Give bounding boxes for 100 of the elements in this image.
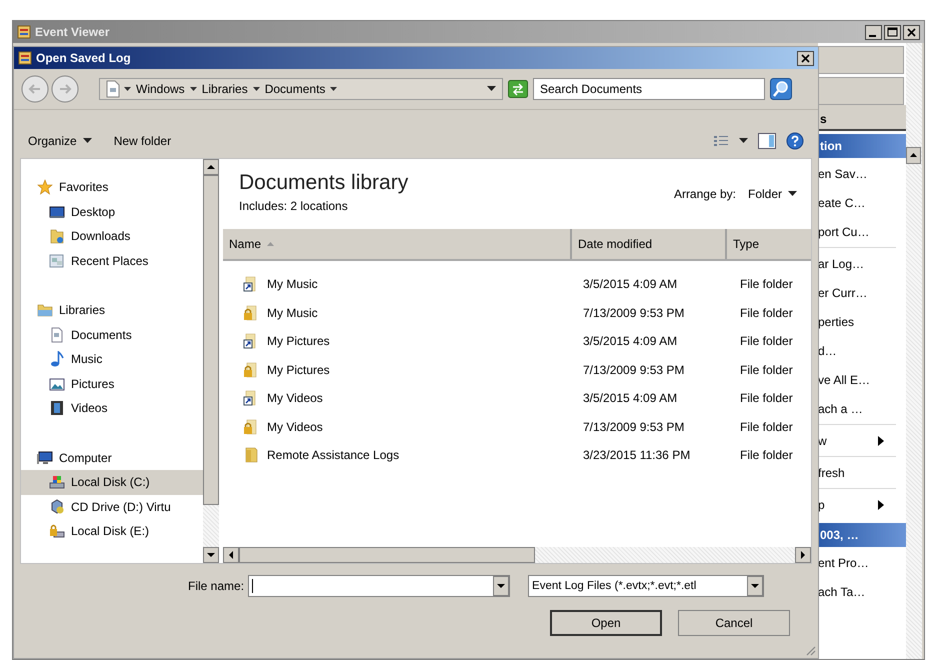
horizontal-scrollbar[interactable] (223, 546, 811, 563)
action-item[interactable]: ach Ta… (818, 584, 866, 598)
nav-item[interactable]: Music (21, 347, 203, 372)
library-subtitle: Includes: 2 locations (239, 199, 349, 213)
folder-icon (37, 302, 53, 318)
breadcrumb-arrow-icon[interactable] (252, 86, 260, 92)
scroll-up-icon[interactable] (906, 147, 921, 164)
scroll-right-icon[interactable] (795, 546, 811, 562)
dropdown-arrow-icon[interactable] (487, 86, 496, 92)
cancel-button[interactable]: Cancel (678, 610, 790, 636)
section-header[interactable]: 003, … (818, 523, 906, 547)
nav-item[interactable]: Favorites (21, 175, 203, 200)
date-cell-text: 3/5/2015 4:09 AM (582, 334, 678, 348)
minimize-button[interactable] (865, 24, 882, 40)
action-item[interactable]: eate C… (818, 196, 866, 210)
action-item[interactable]: ar Log… (818, 256, 864, 270)
breadcrumb-arrow-icon[interactable] (190, 86, 197, 92)
maximize-button[interactable] (884, 24, 901, 40)
computer-icon (37, 450, 53, 466)
nav-item[interactable]: Libraries (21, 298, 203, 322)
preview-pane-icon[interactable] (758, 133, 776, 149)
nav-item[interactable]: Computer (21, 446, 203, 470)
organize-menu[interactable]: Organize (28, 134, 92, 148)
help-icon[interactable] (786, 132, 804, 150)
cd-drive-icon (49, 498, 65, 515)
folder-lock-icon (243, 304, 259, 321)
file-name-cell[interactable]: My Videos (223, 418, 576, 435)
file-name-cell[interactable]: My Music (223, 304, 576, 321)
vertical-scrollbar[interactable] (203, 159, 219, 563)
nav-item[interactable]: Local Disk (E:) (21, 519, 203, 544)
nav-item[interactable]: Downloads (21, 224, 203, 248)
picture-icon (49, 376, 65, 392)
recent-places-icon (49, 252, 65, 269)
submenu-arrow-icon (878, 436, 884, 446)
monitor-icon (49, 204, 65, 220)
type-cell-text: File folder (739, 391, 793, 406)
nav-item[interactable]: Videos (21, 396, 203, 420)
music-note-icon (49, 351, 65, 368)
sort-arrow-icon (267, 242, 274, 246)
scroll-up-icon[interactable] (203, 159, 219, 175)
close-button[interactable] (903, 24, 920, 40)
nav-item[interactable]: CD Drive (D:) Virtu (21, 494, 203, 519)
action-item[interactable]: ach a … (818, 402, 863, 416)
breadcrumb-arrow-icon[interactable] (330, 86, 338, 92)
dropdown-arrow-icon[interactable] (788, 191, 797, 197)
refresh-icon[interactable] (508, 80, 528, 98)
close-button[interactable] (797, 50, 814, 66)
nav-item[interactable]: Recent Places (21, 248, 203, 273)
panel-heading: s (818, 105, 906, 131)
file-name-cell[interactable]: My Pictures (223, 362, 576, 378)
file-name-cell[interactable]: My Pictures (223, 333, 576, 350)
view-list-icon[interactable] (713, 134, 729, 148)
action-item[interactable]: perties (818, 314, 854, 328)
log-icon (17, 25, 31, 39)
breadcrumb-item[interactable]: Documents (264, 82, 326, 96)
file-name-cell[interactable]: Remote Assistance Logs (223, 447, 576, 464)
nav-item[interactable]: Documents (21, 322, 203, 347)
nav-item[interactable]: Pictures (21, 372, 203, 396)
column-header[interactable]: Type (727, 229, 811, 259)
action-item[interactable]: en Sav… (818, 166, 868, 180)
window-title: Event Viewer (35, 25, 110, 39)
action-item[interactable]: p (818, 498, 825, 512)
nav-item[interactable]: Desktop (21, 200, 203, 224)
action-item[interactable]: fresh (818, 466, 845, 480)
folder-icon (49, 228, 65, 244)
file-name-cell[interactable]: My Music (223, 276, 576, 292)
action-item[interactable]: ent Pro… (818, 556, 869, 570)
file-name-field[interactable] (248, 575, 510, 597)
address-bar[interactable]: Windows Libraries Documents (99, 78, 503, 100)
scroll-left-icon[interactable] (223, 546, 239, 562)
arrange-dropdown[interactable]: Folder (748, 187, 782, 201)
breadcrumb-item[interactable]: Windows (136, 82, 185, 96)
date-cell-text: 7/13/2009 9:53 PM (582, 362, 686, 377)
search-icon[interactable] (770, 78, 792, 100)
file-name-label: File name: (188, 579, 244, 593)
nav-item[interactable]: Local Disk (C:) (21, 470, 203, 494)
column-header[interactable]: Date modified (572, 229, 727, 259)
file-name-cell[interactable]: My Videos (223, 390, 576, 406)
action-item[interactable]: ve All E… (818, 372, 870, 386)
section-header[interactable]: tion (818, 134, 906, 158)
type-cell-text: File folder (739, 420, 793, 434)
search-field[interactable]: Search Documents (533, 78, 765, 100)
dialog-title: Open Saved Log (36, 51, 131, 65)
breadcrumb-item[interactable]: Libraries (202, 82, 248, 96)
scroll-thumb[interactable] (203, 175, 219, 505)
type-cell-text: File folder (739, 277, 793, 292)
date-cell-text: 3/23/2015 11:36 PM (582, 448, 692, 462)
vertical-scrollbar[interactable] (906, 43, 922, 659)
caret-icon[interactable] (82, 138, 92, 144)
scroll-thumb[interactable] (239, 546, 535, 562)
column-header[interactable]: Name (223, 229, 572, 259)
scroll-down-icon[interactable] (203, 547, 219, 563)
resize-grip-icon[interactable] (804, 644, 816, 656)
open-button[interactable]: Open (550, 610, 662, 636)
toolbar-button[interactable]: New folder (114, 134, 172, 148)
file-type-dropdown[interactable]: Event Log Files (*.evtx;*.evt;*.etl (528, 575, 764, 597)
date-cell-text: 3/5/2015 4:09 AM (582, 277, 678, 292)
breadcrumb-arrow-icon[interactable] (124, 86, 131, 92)
action-item[interactable]: port Cu… (818, 224, 870, 238)
dropdown-arrow-icon[interactable] (739, 138, 748, 144)
